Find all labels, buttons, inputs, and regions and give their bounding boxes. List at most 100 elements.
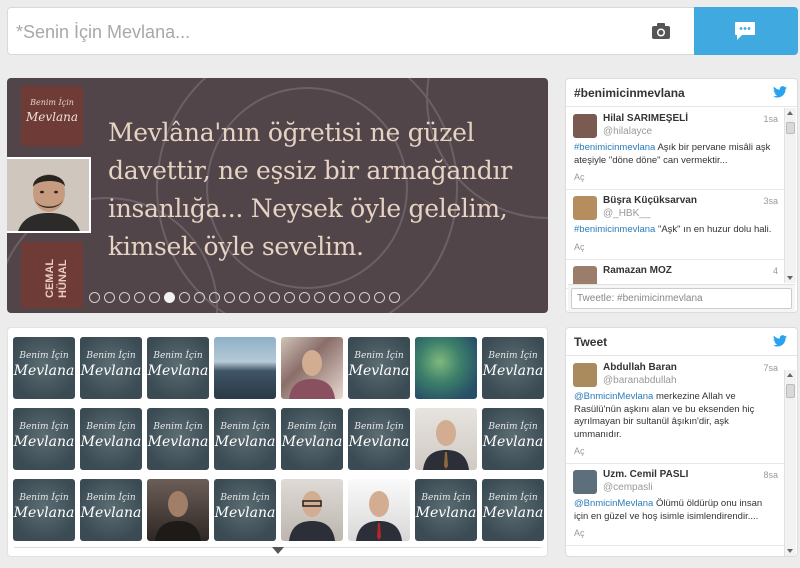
logo-tile[interactable]: Benim İçin Mevlana	[80, 408, 142, 470]
tweet-expand-link[interactable]: Aç	[574, 242, 778, 253]
send-button[interactable]	[694, 7, 798, 55]
expand-arrow-icon[interactable]	[272, 547, 284, 554]
avatar[interactable]	[573, 363, 597, 387]
tweet-feed[interactable]: Abdullah Baran @baranabdullah 7sa @BnmicinM…	[566, 357, 784, 546]
logo-tile[interactable]: Benim İçin Mevlana	[482, 337, 544, 399]
tweet-compose-input[interactable]	[571, 288, 792, 309]
scroll-down-icon[interactable]	[787, 549, 793, 553]
logo-tile[interactable]: Benim İçin Mevlana	[80, 337, 142, 399]
tweet-time[interactable]: 4	[773, 266, 778, 276]
scroll-thumb[interactable]	[786, 384, 795, 398]
pagination-dot[interactable]	[179, 292, 190, 303]
tile-logo-line2: Mevlana	[13, 505, 75, 521]
tweet-author-handle[interactable]: @baranabdullah	[603, 374, 778, 387]
tweet-feed[interactable]: Hilal SARIMEŞELİ @hilalayce 1sa #benimicinm…	[566, 108, 784, 290]
tweet-hashtag-link[interactable]: #benimicinmevlana	[574, 224, 655, 235]
logo-tile[interactable]: Benim İçin Mevlana	[482, 479, 544, 541]
tweet-hashtag-link[interactable]: @BnmicinMevlana	[574, 498, 653, 509]
pagination-dot[interactable]	[119, 292, 130, 303]
tile-logo-line1: Benim İçin	[86, 351, 136, 361]
tile-logo-line2: Mevlana	[415, 505, 477, 521]
tweet-author-handle[interactable]: @_HBK__	[603, 207, 778, 220]
scroll-up-icon[interactable]	[787, 111, 793, 115]
scroll-up-icon[interactable]	[787, 373, 793, 377]
scroll-thumb[interactable]	[786, 122, 795, 134]
pagination-dot[interactable]	[359, 292, 370, 303]
message-input[interactable]	[16, 18, 636, 46]
pagination-dot[interactable]	[269, 292, 280, 303]
tile-logo-line1: Benim İçin	[354, 351, 404, 361]
tweet-expand-link[interactable]: Aç	[574, 446, 778, 457]
widget-title[interactable]: #benimicinmevlana	[574, 86, 685, 100]
logo-tile[interactable]: Benim İçin Mevlana	[214, 408, 276, 470]
pagination-dot[interactable]	[374, 292, 385, 303]
logo-tile[interactable]: Benim İçin Mevlana	[13, 408, 75, 470]
pagination-dot[interactable]	[149, 292, 160, 303]
tweet-time[interactable]: 7sa	[763, 363, 778, 373]
pagination-dot[interactable]	[239, 292, 250, 303]
avatar[interactable]	[573, 114, 597, 138]
pagination-dot[interactable]	[254, 292, 265, 303]
tweet-author-name[interactable]: Abdullah Baran	[603, 362, 778, 374]
pagination-dot[interactable]	[104, 292, 115, 303]
tweet-item[interactable]: Uzm. Cemil PASLI @cempasli 8sa @BnmicinMevl…	[566, 464, 784, 546]
photo-tile[interactable]	[415, 337, 477, 399]
scroll-down-icon[interactable]	[787, 276, 793, 280]
tweet-time[interactable]: 3sa	[763, 196, 778, 206]
tweet-item[interactable]: Hilal SARIMEŞELİ @hilalayce 1sa #benimicinm…	[566, 108, 784, 190]
avatar[interactable]	[573, 196, 597, 220]
tweet-time[interactable]: 1sa	[763, 114, 778, 124]
logo-tile[interactable]: Benim İçin Mevlana	[281, 408, 343, 470]
pagination-dot[interactable]	[389, 292, 400, 303]
tweet-author-name[interactable]: Ramazan MOZ	[603, 265, 778, 277]
tweet-author-name[interactable]: Hilal SARIMEŞELİ	[603, 113, 778, 125]
pagination-dot[interactable]	[284, 292, 295, 303]
logo-tile[interactable]: Benim İçin Mevlana	[348, 408, 410, 470]
logo-tile[interactable]: Benim İçin Mevlana	[415, 479, 477, 541]
widget-title[interactable]: Tweet	[574, 335, 607, 349]
twitter-bird-icon[interactable]	[773, 335, 787, 347]
tweet-hashtag-link[interactable]: @BnmicinMevlana	[574, 391, 653, 402]
camera-icon[interactable]	[651, 22, 675, 42]
logo-tile[interactable]: Benim İçin Mevlana	[147, 337, 209, 399]
avatar[interactable]	[573, 470, 597, 494]
logo-tile[interactable]: Benim İçin Mevlana	[13, 479, 75, 541]
tweet-item[interactable]: Büşra Küçüksarvan @_HBK__ 3sa #benimicinmev…	[566, 190, 784, 260]
tweet-author-name[interactable]: Büşra Küçüksarvan	[603, 195, 778, 207]
photo-tile[interactable]	[415, 408, 477, 470]
tweet-expand-link[interactable]: Aç	[574, 528, 778, 539]
pagination-dot[interactable]	[209, 292, 220, 303]
logo-tile[interactable]: Benim İçin Mevlana	[13, 337, 75, 399]
pagination-dot[interactable]	[134, 292, 145, 303]
photo-tile[interactable]	[281, 337, 343, 399]
logo-tile[interactable]: Benim İçin Mevlana	[214, 479, 276, 541]
portrait-photo	[7, 157, 91, 233]
photo-tile[interactable]	[214, 337, 276, 399]
photo-tile[interactable]	[348, 479, 410, 541]
logo-tile[interactable]: Benim İçin Mevlana	[482, 408, 544, 470]
tweet-hashtag-link[interactable]: #benimicinmevlana	[574, 142, 655, 153]
twitter-bird-icon[interactable]	[773, 86, 787, 98]
pagination-dot[interactable]	[224, 292, 235, 303]
pagination-dot[interactable]	[329, 292, 340, 303]
logo-tile[interactable]: Benim İçin Mevlana	[147, 408, 209, 470]
tweet-author-handle[interactable]: @hilalayce	[603, 125, 778, 138]
feed-scrollbar[interactable]	[784, 108, 796, 283]
quote-slider[interactable]: Benim İçin Mevlana CEMAL HÜNAL Mevlâna'n…	[7, 78, 548, 313]
tweet-time[interactable]: 8sa	[763, 470, 778, 480]
tweet-author-handle[interactable]: @cempasli	[603, 481, 778, 494]
pagination-dot[interactable]	[299, 292, 310, 303]
pagination-dot[interactable]	[89, 292, 100, 303]
pagination-dot[interactable]	[314, 292, 325, 303]
feed-scrollbar[interactable]	[784, 370, 796, 556]
pagination-dot[interactable]	[194, 292, 205, 303]
logo-tile[interactable]: Benim İçin Mevlana	[80, 479, 142, 541]
photo-tile[interactable]	[281, 479, 343, 541]
pagination-dot[interactable]	[164, 292, 175, 303]
photo-tile[interactable]	[147, 479, 209, 541]
pagination-dot[interactable]	[344, 292, 355, 303]
tweet-author-name[interactable]: Uzm. Cemil PASLI	[603, 469, 778, 481]
tweet-expand-link[interactable]: Aç	[574, 172, 778, 183]
tweet-item[interactable]: Abdullah Baran @baranabdullah 7sa @BnmicinM…	[566, 357, 784, 464]
logo-tile[interactable]: Benim İçin Mevlana	[348, 337, 410, 399]
